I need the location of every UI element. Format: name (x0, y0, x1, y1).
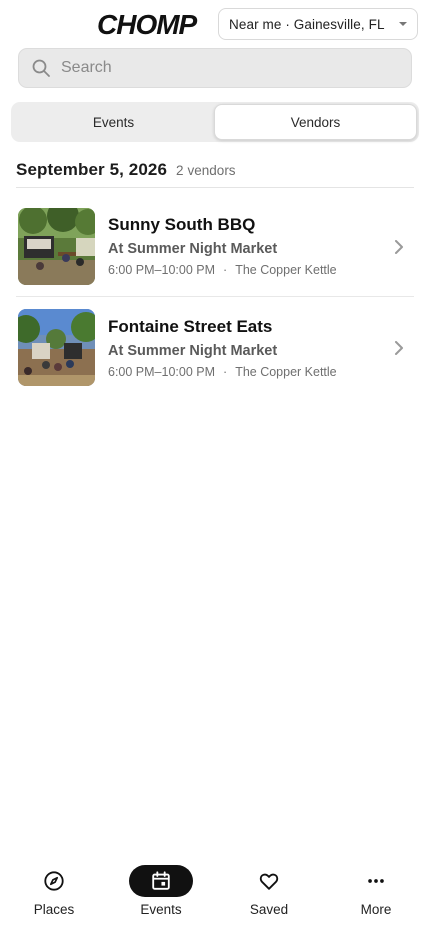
vendor-meta: 6:00 PM–10:00 PM · The Copper Kettle (108, 364, 414, 380)
nav-events[interactable]: Events (116, 860, 206, 932)
heart-icon (259, 873, 279, 890)
nav-places[interactable]: Places (9, 860, 99, 932)
logo-text: CHOMP (97, 9, 198, 39)
search-bar[interactable] (18, 48, 412, 88)
vendor-venue: The Copper Kettle (235, 263, 337, 277)
nav-label: Saved (249, 902, 289, 917)
header: CHOMP Near me · Gainesville, FL (0, 0, 430, 48)
vendor-count: 2 (176, 163, 184, 178)
nav-more-icon-wrap (344, 865, 408, 897)
location-label: Near me · Gainesville, FL (229, 16, 385, 32)
events-vendors-toggle: Events Vendors (11, 102, 419, 142)
meta-separator: · (223, 364, 228, 379)
nav-events-icon-wrap (129, 865, 193, 897)
nav-places-icon-wrap (22, 865, 86, 897)
vendor-name: Sunny South BBQ (108, 215, 256, 234)
search-input[interactable] (61, 59, 399, 77)
chevron-down-icon (399, 22, 407, 26)
compass-icon (44, 871, 64, 891)
bottom-nav: Places Events Saved More (0, 860, 430, 932)
search-icon (32, 59, 50, 77)
vendor-photo (18, 309, 95, 386)
tab-events[interactable]: Events (13, 104, 214, 140)
chomp-logo[interactable]: CHOMP (97, 9, 201, 40)
date-title: September 5, 2026 (16, 160, 168, 179)
app-screen: CHOMP Near me · Gainesville, FL Events V… (0, 0, 430, 932)
more-dots-icon (368, 879, 384, 883)
chomp-logo-mark: CHOMP (97, 9, 199, 40)
date-section-header: September 5, 2026 2 vendors (16, 160, 414, 188)
vendor-info: Fontaine Street Eats At Summer Night Mar… (108, 316, 414, 380)
nav-saved[interactable]: Saved (224, 860, 314, 932)
vendor-row[interactable]: Sunny South BBQ At Summer Night Market 6… (16, 196, 414, 297)
calendar-icon (152, 871, 170, 890)
vendor-meta: 6:00 PM–10:00 PM · The Copper Kettle (108, 262, 414, 278)
tab-vendors[interactable]: Vendors (214, 104, 417, 140)
vendor-photo (18, 207, 95, 285)
vendor-time: 6:00 PM–10:00 PM (108, 364, 216, 379)
vendor-photo-image (18, 309, 95, 386)
nav-label: Events (140, 902, 182, 917)
vendor-event: At Summer Night Market (108, 342, 278, 359)
vendor-info: Sunny South BBQ At Summer Night Market 6… (108, 214, 414, 278)
vendor-time: 6:00 PM–10:00 PM (108, 263, 216, 277)
nav-label: More (360, 902, 392, 917)
vendor-row[interactable]: Fontaine Street Eats At Summer Night Mar… (16, 297, 414, 398)
nav-more[interactable]: More (331, 860, 421, 932)
nav-label: Places (33, 902, 75, 917)
nav-saved-icon-wrap (237, 865, 301, 897)
vendor-count-label: vendors (187, 163, 236, 178)
vendor-name: Fontaine Street Eats (108, 316, 273, 336)
meta-separator: · (223, 263, 228, 277)
vendor-event: At Summer Night Market (108, 241, 278, 257)
chevron-right-icon (395, 240, 403, 254)
vendor-venue: The Copper Kettle (235, 364, 337, 379)
vendor-photo-image (18, 207, 95, 285)
chevron-right-icon (395, 341, 403, 355)
location-select[interactable]: Near me · Gainesville, FL (218, 8, 418, 40)
vendor-list: Sunny South BBQ At Summer Night Market 6… (16, 196, 414, 398)
